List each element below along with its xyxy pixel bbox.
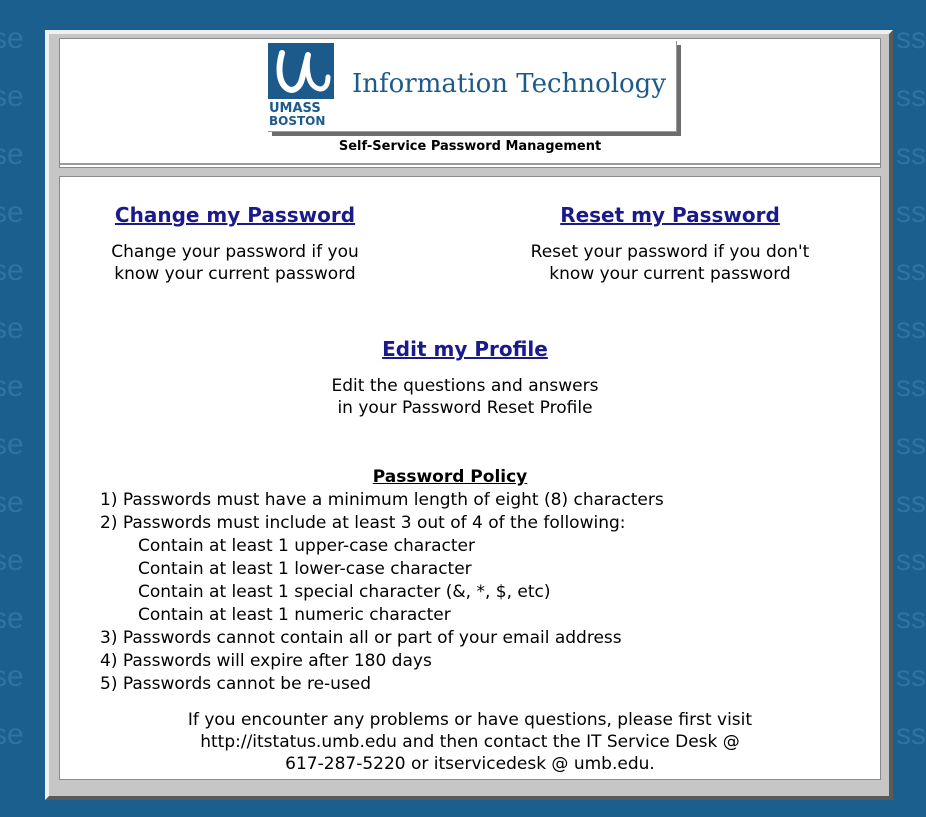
change-password-link[interactable]: Change my Password: [115, 203, 355, 227]
contact-info: If you encounter any problems or have qu…: [100, 709, 840, 775]
background-watermark: se: [0, 428, 24, 461]
contact-line: If you encounter any problems or have qu…: [187, 710, 753, 730]
background-watermark: se: [0, 138, 24, 171]
background-watermark: ss: [896, 196, 926, 229]
background-watermark: ss: [896, 660, 926, 693]
background-watermark: ss: [896, 718, 926, 751]
reset-password-desc-line: Reset your password if you don't: [530, 242, 810, 262]
background-watermark: se: [0, 370, 24, 403]
background-watermark: ss: [896, 22, 926, 55]
background-watermark: ss: [896, 428, 926, 461]
edit-profile-option: Edit my Profile Edit the questions and a…: [290, 337, 640, 419]
background-watermark: se: [0, 486, 24, 519]
policy-rule: 5) Passwords cannot be re-used: [100, 674, 372, 694]
edit-profile-description: Edit the questions and answers in your P…: [290, 375, 640, 419]
change-password-desc-line: know your current password: [114, 264, 356, 284]
password-policy: Password Policy 1) Passwords must have a…: [100, 466, 860, 696]
background-watermark: se: [0, 80, 24, 113]
policy-rule: 1) Passwords must have a minimum length …: [100, 490, 664, 510]
background-watermark: se: [0, 544, 24, 577]
svg-text:BOSTON: BOSTON: [269, 114, 325, 127]
page-subtitle: Self-Service Password Management: [338, 139, 602, 154]
password-policy-title: Password Policy: [372, 467, 528, 487]
background-watermark: ss: [896, 370, 926, 403]
edit-profile-link[interactable]: Edit my Profile: [382, 337, 548, 361]
page-frame: UMASS BOSTON Information Technology Self…: [45, 30, 893, 800]
background-watermark: se: [0, 196, 24, 229]
policy-rule: 2) Passwords must include at least 3 out…: [100, 513, 626, 533]
edit-profile-desc-line: Edit the questions and answers: [331, 376, 599, 396]
background-watermark: ss: [896, 312, 926, 345]
reset-password-description: Reset your password if you don't know yo…: [500, 241, 840, 285]
background-watermark: se: [0, 254, 24, 287]
background-watermark: se: [0, 660, 24, 693]
change-password-description: Change your password if you know your cu…: [90, 241, 380, 285]
umass-it-logo: UMASS BOSTON Information Technology: [268, 41, 677, 132]
background-watermark: ss: [896, 602, 926, 635]
divider: [60, 163, 880, 165]
background-watermark: se: [0, 602, 24, 635]
reset-password-desc-line: know your current password: [549, 264, 791, 284]
edit-profile-desc-line: in your Password Reset Profile: [337, 398, 593, 418]
background-watermark: se: [0, 22, 24, 55]
header: UMASS BOSTON Information Technology Self…: [59, 38, 881, 168]
policy-subrule: Contain at least 1 lower-case character: [138, 559, 472, 579]
change-password-desc-line: Change your password if you: [111, 242, 359, 262]
policy-rule: 3) Passwords cannot contain all or part …: [100, 628, 622, 648]
logo-title: Information Technology: [352, 69, 667, 99]
reset-password-option: Reset my Password Reset your password if…: [500, 203, 840, 285]
contact-line: 617-287-5220 or itservicedesk @ umb.edu.: [285, 754, 655, 774]
background-watermark: ss: [896, 544, 926, 577]
background-watermark: se: [0, 718, 24, 751]
umass-boston-logo-icon: UMASS BOSTON: [268, 43, 334, 127]
background-watermark: ss: [896, 138, 926, 171]
policy-rule: 4) Passwords will expire after 180 days: [100, 651, 432, 671]
contact-line: http://itstatus.umb.edu and then contact…: [200, 732, 740, 752]
main-content: Change my Password Change your password …: [59, 176, 881, 780]
background-watermark: ss: [896, 486, 926, 519]
background-watermark: se: [0, 312, 24, 345]
policy-subrule: Contain at least 1 upper-case character: [138, 536, 476, 556]
policy-subrule: Contain at least 1 numeric character: [138, 605, 451, 625]
background-watermark: ss: [896, 80, 926, 113]
background-watermark: ss: [896, 254, 926, 287]
reset-password-link[interactable]: Reset my Password: [560, 203, 780, 227]
policy-subrule: Contain at least 1 special character (&,…: [138, 582, 551, 602]
change-password-option: Change my Password Change your password …: [90, 203, 380, 285]
